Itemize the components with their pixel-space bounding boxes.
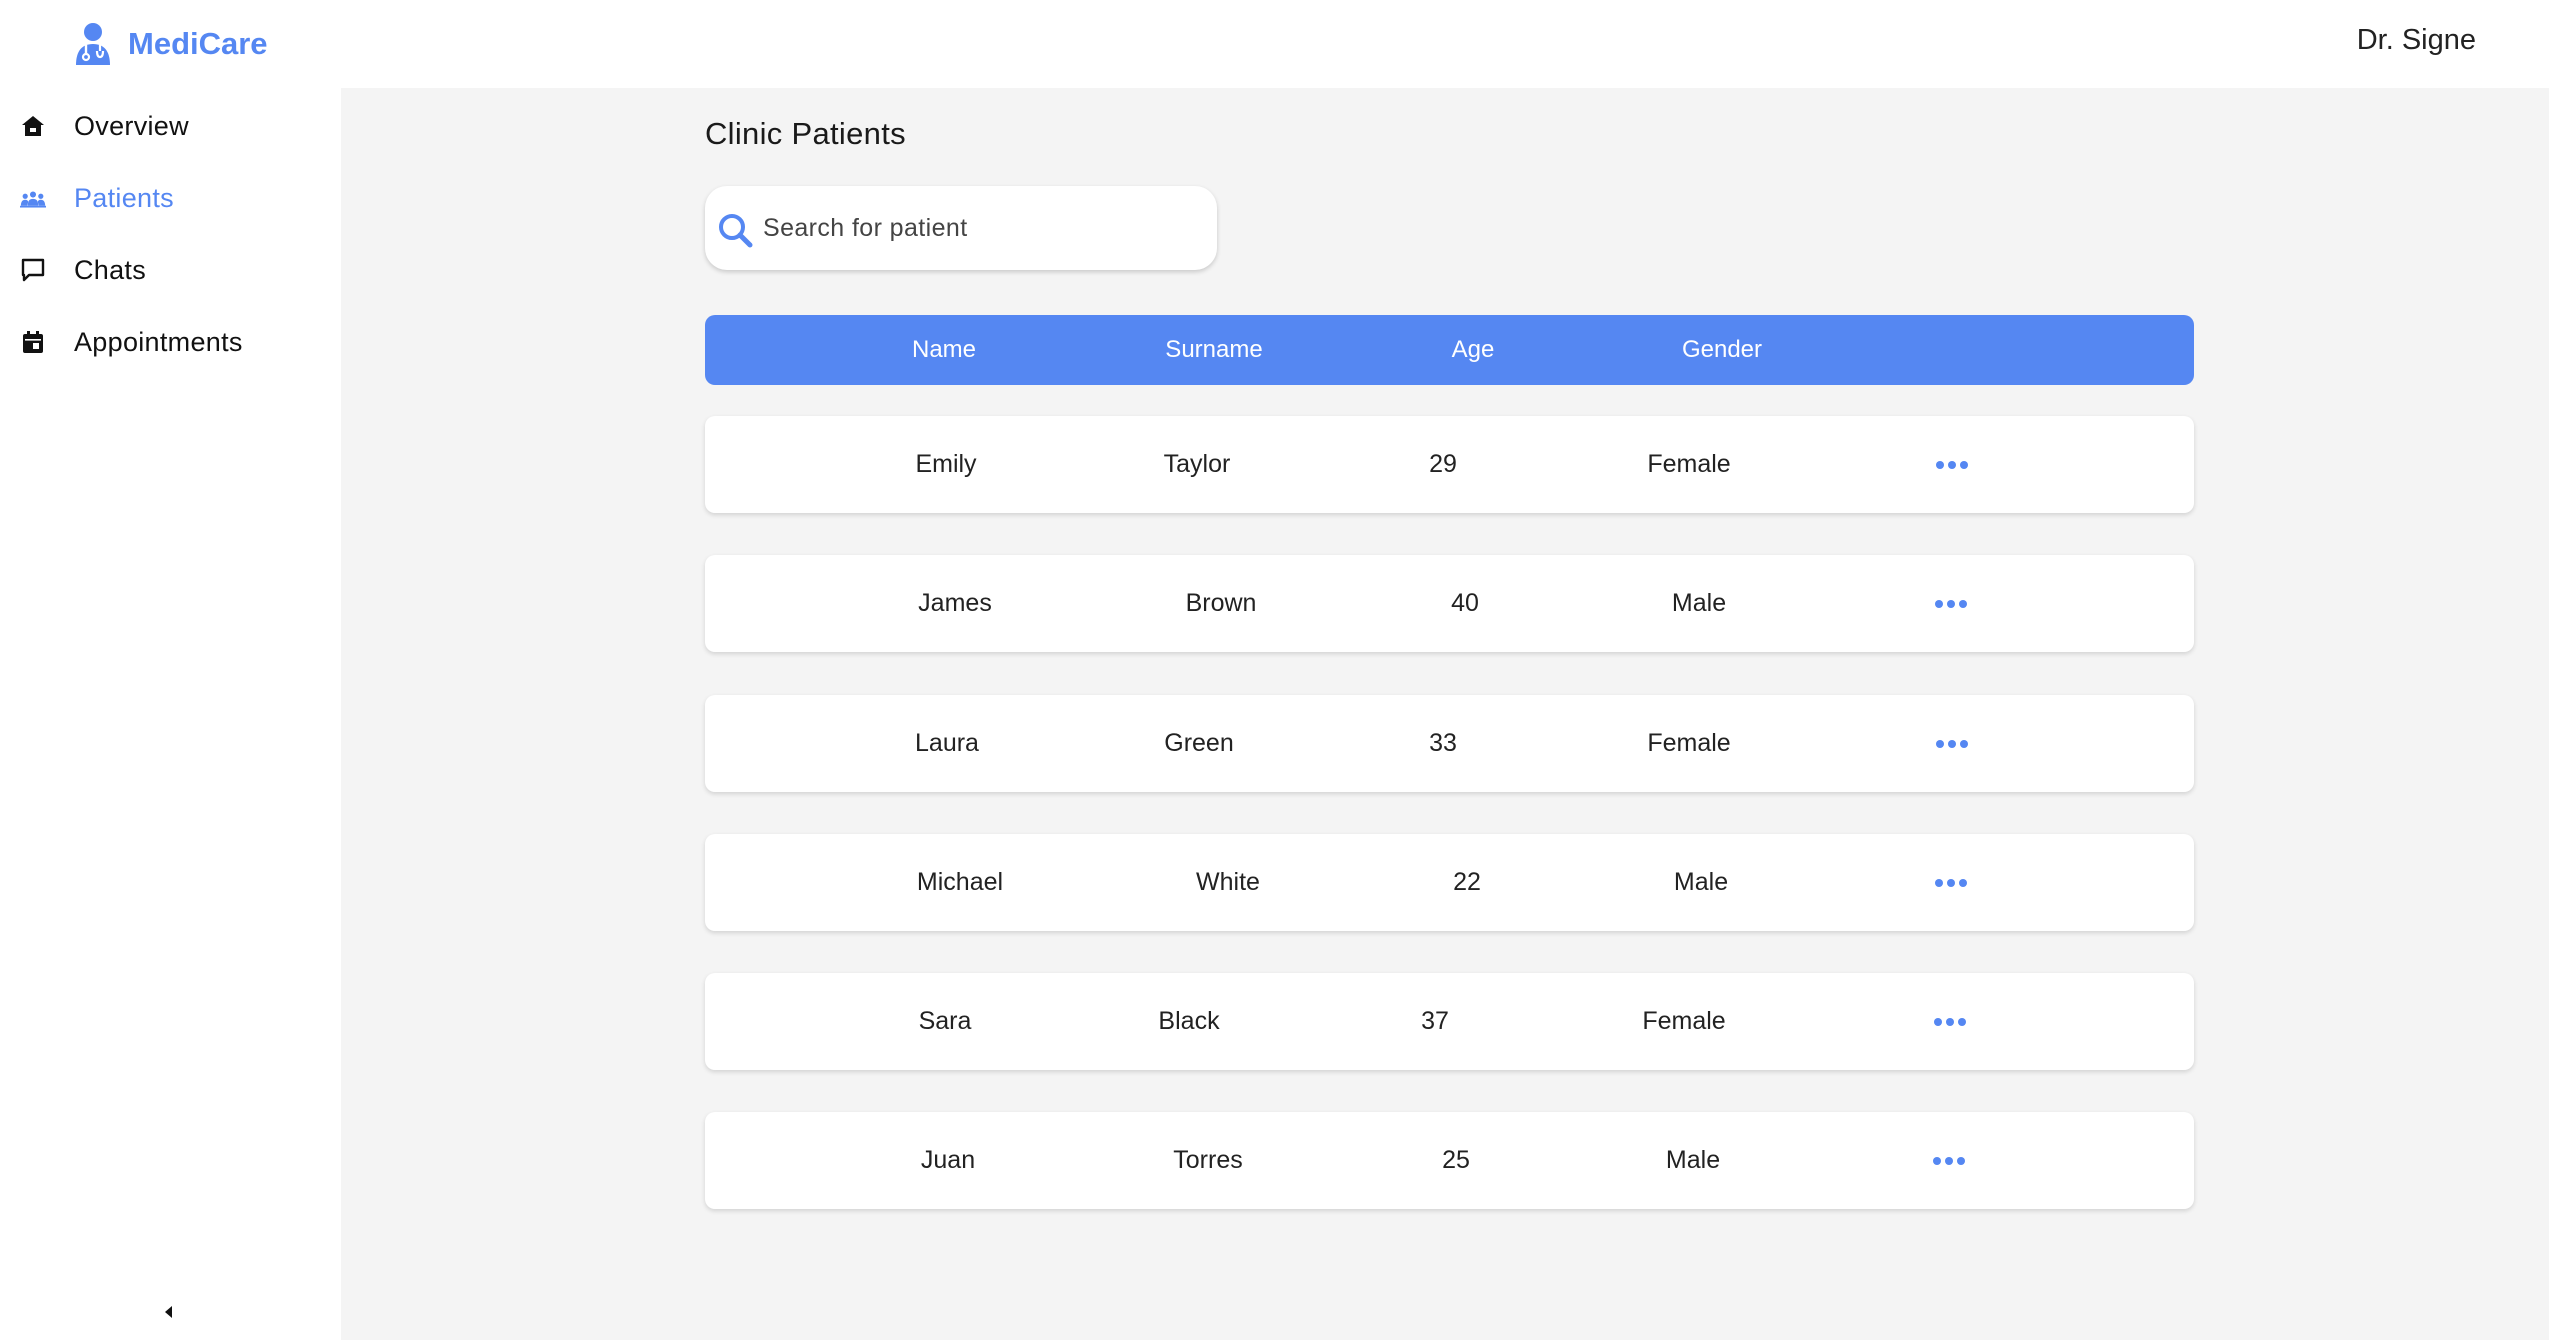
table-row[interactable]: Emily Taylor 29 Female xyxy=(705,416,2194,513)
table-row[interactable]: James Brown 40 Male xyxy=(705,555,2194,652)
cell-surname: Torres xyxy=(1173,1146,1243,1174)
cell-gender: Male xyxy=(1665,1146,1721,1174)
page-title: Clinic Patients xyxy=(705,116,906,151)
more-horizontal-icon xyxy=(1933,1157,1941,1165)
cell-surname: Brown xyxy=(1185,589,1257,617)
brand-name: MediCare xyxy=(128,26,268,61)
patients-group-icon xyxy=(18,183,48,213)
more-horizontal-icon xyxy=(1936,740,1944,748)
row-more-button[interactable] xyxy=(1931,870,1971,896)
search-icon xyxy=(719,214,753,248)
cell-gender: Male xyxy=(1671,589,1727,617)
more-horizontal-icon xyxy=(1935,600,1943,608)
more-horizontal-icon xyxy=(1947,879,1955,887)
sidebar-item-patients[interactable]: Patients xyxy=(0,168,341,228)
more-horizontal-icon xyxy=(1945,1157,1953,1165)
row-more-button[interactable] xyxy=(1932,731,1972,757)
chat-bubble-icon xyxy=(18,255,48,285)
cell-name: Emily xyxy=(915,450,977,478)
more-horizontal-icon xyxy=(1948,740,1956,748)
sidebar-nav: Overview Patients Chats Appointments xyxy=(0,88,341,1340)
more-horizontal-icon xyxy=(1935,879,1943,887)
row-more-button[interactable] xyxy=(1930,1009,1970,1035)
cell-age: 22 xyxy=(1453,868,1481,896)
search-box[interactable] xyxy=(705,186,1217,270)
column-header-gender[interactable]: Gender xyxy=(1682,315,1762,385)
cell-name: James xyxy=(918,589,992,617)
cell-name: Juan xyxy=(920,1146,976,1174)
cell-age: 40 xyxy=(1451,589,1479,617)
cell-surname: Taylor xyxy=(1163,450,1231,478)
row-more-button[interactable] xyxy=(1931,591,1971,617)
row-more-button[interactable] xyxy=(1932,452,1972,478)
sidebar-item-label: Overview xyxy=(74,110,189,141)
cell-gender: Female xyxy=(1647,450,1731,478)
calendar-icon xyxy=(18,327,48,357)
column-header-age[interactable]: Age xyxy=(1452,315,1495,385)
column-header-surname[interactable]: Surname xyxy=(1165,315,1262,385)
chevron-left-icon xyxy=(165,1306,172,1318)
sidebar-item-label: Appointments xyxy=(74,326,243,357)
cell-gender: Female xyxy=(1647,729,1731,757)
table-row[interactable]: Sara Black 37 Female xyxy=(705,973,2194,1070)
cell-name: Laura xyxy=(915,729,979,757)
sidebar-item-appointments[interactable]: Appointments xyxy=(0,312,341,372)
sidebar-item-label: Patients xyxy=(74,182,174,213)
collapse-sidebar-button[interactable] xyxy=(155,1298,183,1326)
cell-gender: Male xyxy=(1673,868,1729,896)
sidebar-item-overview[interactable]: Overview xyxy=(0,96,341,156)
cell-name: Michael xyxy=(916,868,1004,896)
cell-age: 33 xyxy=(1429,729,1457,757)
more-horizontal-icon xyxy=(1957,1157,1965,1165)
sidebar-item-chats[interactable]: Chats xyxy=(0,240,341,300)
table-row[interactable]: Michael White 22 Male xyxy=(705,834,2194,931)
sidebar-item-label: Chats xyxy=(74,254,147,285)
cell-gender: Female xyxy=(1642,1007,1726,1035)
table-header: Name Surname Age Gender xyxy=(705,315,2194,385)
cell-surname: Green xyxy=(1164,729,1234,757)
table-row[interactable]: Laura Green 33 Female xyxy=(705,695,2194,792)
row-more-button[interactable] xyxy=(1929,1148,1969,1174)
cell-age: 37 xyxy=(1421,1007,1449,1035)
cell-surname: White xyxy=(1196,868,1260,896)
more-horizontal-icon xyxy=(1947,600,1955,608)
more-horizontal-icon xyxy=(1960,461,1968,469)
search-input[interactable] xyxy=(763,204,1193,252)
more-horizontal-icon xyxy=(1960,740,1968,748)
more-horizontal-icon xyxy=(1959,879,1967,887)
top-bar: MediCare Dr. Signe xyxy=(0,0,2549,88)
cell-name: Sara xyxy=(918,1007,972,1035)
main-content: Clinic Patients Name Surname Age Gender … xyxy=(341,88,2549,1340)
more-horizontal-icon xyxy=(1934,1018,1942,1026)
column-header-name[interactable]: Name xyxy=(912,315,976,385)
more-horizontal-icon xyxy=(1959,600,1967,608)
more-horizontal-icon xyxy=(1958,1018,1966,1026)
cell-surname: Black xyxy=(1158,1007,1220,1035)
cell-age: 29 xyxy=(1429,450,1457,478)
doctor-icon xyxy=(76,23,110,65)
table-row[interactable]: Juan Torres 25 Male xyxy=(705,1112,2194,1209)
user-name[interactable]: Dr. Signe xyxy=(2357,24,2476,57)
home-icon xyxy=(18,111,48,141)
cell-age: 25 xyxy=(1442,1146,1470,1174)
more-horizontal-icon xyxy=(1936,461,1944,469)
brand[interactable]: MediCare xyxy=(72,18,268,70)
more-horizontal-icon xyxy=(1946,1018,1954,1026)
more-horizontal-icon xyxy=(1948,461,1956,469)
